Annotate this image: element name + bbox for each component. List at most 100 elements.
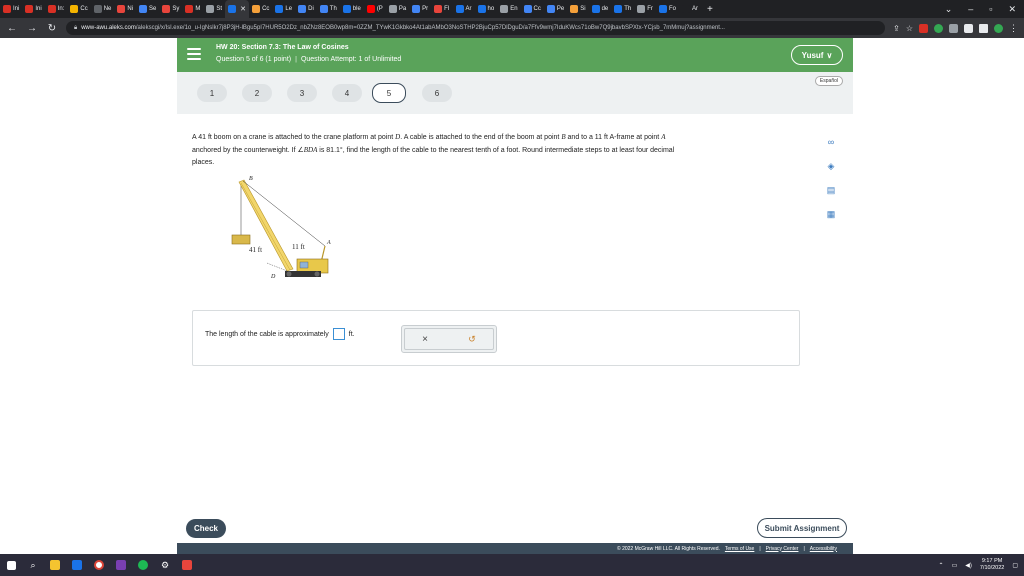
new-tab-button[interactable]: + [701, 4, 719, 15]
label-d: D [270, 274, 276, 280]
link-icon[interactable]: ∞ [825, 136, 837, 148]
file-explorer-icon[interactable] [44, 554, 66, 576]
browser-tab[interactable]: In: [45, 0, 68, 18]
chevron-up-icon[interactable]: ⌃ [939, 562, 944, 569]
settings-icon[interactable]: ◈ [825, 160, 837, 172]
clock[interactable]: 9:17 PM 7/10/2022 [980, 558, 1004, 572]
browser-tab[interactable]: Th [317, 0, 340, 18]
browser-tab[interactable]: ble [340, 0, 364, 18]
browser-tab[interactable]: Cc [521, 0, 544, 18]
browser-tab[interactable]: Si [567, 0, 588, 18]
chrome-icon[interactable] [88, 554, 110, 576]
clear-icon[interactable]: × [422, 334, 428, 345]
terms-link[interactable]: Terms of Use [725, 546, 754, 552]
question-4-button[interactable]: 4 [332, 84, 362, 102]
minimize-icon[interactable]: – [968, 4, 973, 15]
extension-abp-icon[interactable] [919, 23, 928, 33]
browser-tab[interactable]: Pe [544, 0, 567, 18]
browser-tab[interactable]: Di [295, 0, 317, 18]
share-icon[interactable]: ⇪ [893, 24, 900, 33]
browser-tab[interactable]: Ni [114, 0, 136, 18]
tab-label: Sy [172, 6, 180, 12]
browser-tab[interactable]: Le [272, 0, 295, 18]
close-tab-icon[interactable]: ✕ [240, 5, 246, 13]
browser-tab[interactable]: Ini [0, 0, 22, 18]
answer-input[interactable] [332, 328, 345, 340]
notification-icon[interactable]: ▢ [1012, 562, 1018, 569]
textbook-icon[interactable]: ▤ [825, 184, 837, 196]
tab-label: Ini [13, 6, 20, 12]
tab-label: Pr [422, 6, 429, 12]
browser-tab[interactable]: Ar [679, 0, 701, 18]
menu-hamburger-icon[interactable] [187, 48, 201, 60]
question-1-button[interactable]: 1 [197, 84, 227, 102]
bookmark-star-icon[interactable]: ☆ [906, 24, 913, 33]
windows-start-icon[interactable] [0, 554, 22, 576]
browser-tab[interactable]: Pa [386, 0, 409, 18]
browser-tab[interactable]: Se [136, 0, 159, 18]
maximize-icon[interactable]: ▫ [989, 4, 992, 15]
user-menu-button[interactable]: Yusuf ∨ [791, 45, 843, 65]
url-field[interactable]: 🔒︎ www-awu.aleks.com /alekscgi/x/Isl.exe… [66, 21, 886, 35]
close-window-icon[interactable]: ✕ [1008, 4, 1016, 15]
tab-favicon-icon [366, 5, 375, 13]
check-button[interactable]: Check [186, 519, 226, 538]
search-icon[interactable]: ⌕ [22, 554, 44, 576]
question-2-button[interactable]: 2 [242, 84, 272, 102]
extension-green-icon[interactable] [934, 23, 943, 33]
back-icon[interactable]: ← [6, 23, 18, 34]
espanol-toggle[interactable]: Español [814, 76, 843, 86]
address-bar: ← → ↻ 🔒︎ www-awu.aleks.com /alekscgi/x/I… [0, 18, 1024, 38]
settings-gear-icon[interactable]: ⚙ [154, 554, 176, 576]
browser-tab[interactable]: ✕ [225, 0, 250, 18]
network-icon[interactable]: ▭ [952, 562, 958, 569]
browser-tab[interactable]: ho [475, 0, 498, 18]
browser-tab[interactable]: FI [431, 0, 452, 18]
menu-kebab-icon[interactable]: ⋮ [1009, 23, 1018, 34]
browser-tab[interactable]: Ar [453, 0, 475, 18]
extensions-puzzle-icon[interactable] [964, 23, 973, 33]
browser-tab[interactable]: Sy [159, 0, 182, 18]
accessibility-link[interactable]: Accessibility [810, 546, 837, 552]
question-3-button[interactable]: 3 [287, 84, 317, 102]
extension-gray-icon[interactable] [949, 23, 958, 33]
app-icon[interactable] [66, 554, 88, 576]
question-5-button[interactable]: 5 [372, 83, 406, 103]
browser-tab[interactable]: Fr [634, 0, 656, 18]
sidebar-icon[interactable] [979, 23, 988, 33]
taskbar: ⌕ ⚙ ⌃ ▭ ◀) 9:17 PM 7/10/2022 ▢ [0, 554, 1024, 576]
browser-tab[interactable]: Ne [91, 0, 115, 18]
browser-tab[interactable]: de [589, 0, 612, 18]
browser-tab[interactable]: Cc [67, 0, 90, 18]
submit-assignment-button[interactable]: Submit Assignment [757, 518, 847, 538]
answer-area: The length of the cable is approximately… [192, 310, 800, 366]
app-icon[interactable] [176, 554, 198, 576]
profile-avatar-icon[interactable] [994, 23, 1003, 33]
browser-tab[interactable]: Ini [22, 0, 44, 18]
tab-favicon-icon [185, 5, 194, 13]
browser-tab[interactable]: (P [364, 0, 386, 18]
app-icon[interactable] [110, 554, 132, 576]
reload-icon[interactable]: ↻ [46, 23, 58, 34]
aframe-length-label: 11 ft [292, 243, 305, 251]
browser-tab[interactable]: En [497, 0, 520, 18]
forward-icon[interactable]: → [26, 23, 38, 34]
tab-favicon-icon [47, 5, 56, 13]
undo-icon[interactable]: ↺ [468, 334, 476, 345]
tab-label: Ini [35, 6, 42, 12]
problem-text: is 81.1°, find the length of the cable t… [317, 147, 675, 154]
browser-tab[interactable]: St [203, 0, 225, 18]
tab-label: Fr [647, 6, 653, 12]
spotify-icon[interactable] [132, 554, 154, 576]
browser-tab-bar: Ini Ini In: Cc Ne Ni Se Sy M St ✕ Cc Le Di Th ble (P Pa Pr… [0, 0, 1024, 18]
browser-tab[interactable]: Cc [249, 0, 272, 18]
browser-tab[interactable]: M [182, 0, 203, 18]
volume-icon[interactable]: ◀) [965, 562, 972, 569]
tab-search-icon[interactable]: ⌄ [945, 4, 953, 15]
privacy-link[interactable]: Privacy Center [766, 546, 799, 552]
calculator-icon[interactable]: ▦ [825, 208, 837, 220]
browser-tab[interactable]: Fo [656, 0, 679, 18]
question-6-button[interactable]: 6 [422, 84, 452, 102]
browser-tab[interactable]: Th [611, 0, 634, 18]
browser-tab[interactable]: Pr [409, 0, 431, 18]
